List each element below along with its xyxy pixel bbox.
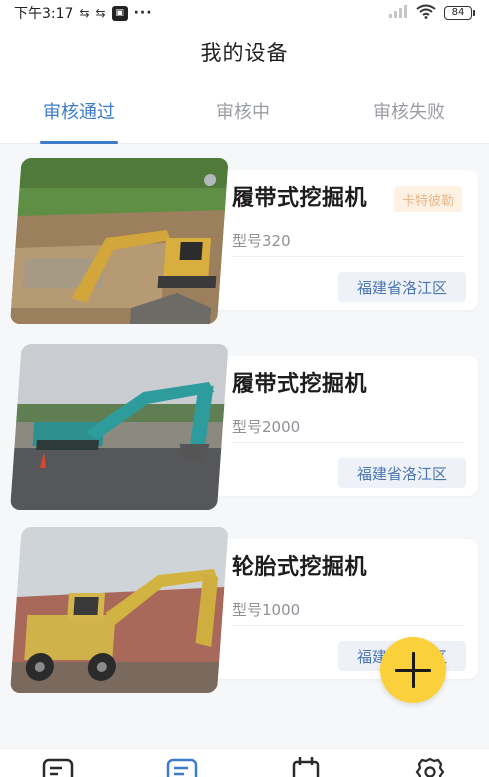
calendar-icon [292, 757, 320, 777]
list-icon [42, 758, 74, 777]
divider [232, 442, 464, 443]
device-model: 型号1000 [232, 601, 301, 619]
nav-calendar[interactable] [290, 756, 322, 777]
page-title: 我的设备 [200, 41, 289, 65]
status-right: 84 [388, 4, 475, 23]
usb-icon: ⇆ [95, 6, 106, 20]
region-tag: 福建省洛江区 [338, 272, 466, 302]
bottom-navigation [0, 748, 489, 777]
device-list-icon [166, 758, 198, 777]
usb-icon: ⇆ [79, 6, 90, 20]
device-card[interactable]: 履带式挖掘机 型号2000 福建省洛江区 [10, 344, 478, 510]
status-left: 下午3:17 ⇆ ⇆ ▣ ··· [14, 3, 153, 23]
nav-my-devices[interactable] [166, 756, 198, 777]
battery-level: 84 [444, 6, 472, 20]
device-title: 履带式挖掘机 [232, 186, 368, 211]
tab-under-review[interactable]: 审核中 [186, 78, 300, 144]
region-tag: 福建省洛江区 [338, 458, 466, 488]
wifi-icon [416, 4, 436, 23]
device-model: 型号320 [232, 232, 291, 250]
nav-settings[interactable] [414, 756, 446, 777]
excavator-photo [10, 527, 229, 693]
device-card[interactable]: 履带式挖掘机 卡特彼勒 型号320 福建省洛江区 [10, 158, 478, 324]
excavator-photo [10, 344, 229, 510]
signal-icon [388, 4, 408, 22]
notification-box-icon: ▣ [111, 5, 128, 21]
status-time: 下午3:17 [14, 6, 74, 22]
more-dots-icon: ··· [133, 5, 153, 21]
tab-approved[interactable]: 审核通过 [22, 78, 136, 144]
settings-gear-icon [415, 757, 445, 777]
header: 我的设备 [0, 26, 489, 78]
excavator-photo [10, 158, 229, 324]
add-device-button[interactable] [380, 637, 446, 703]
active-tab-indicator [40, 141, 118, 144]
tab-review-failed[interactable]: 审核失败 [352, 78, 466, 144]
device-title: 轮胎式挖掘机 [232, 555, 368, 580]
battery-icon: 84 [444, 6, 475, 20]
status-bar: 下午3:17 ⇆ ⇆ ▣ ··· 84 [0, 0, 489, 26]
plus-icon [393, 650, 433, 690]
device-title: 履带式挖掘机 [232, 372, 368, 397]
device-model: 型号2000 [232, 418, 301, 436]
tab-bar: 审核通过 审核中 审核失败 [0, 78, 489, 144]
divider [232, 625, 464, 626]
divider [232, 256, 464, 257]
brand-tag: 卡特彼勒 [394, 186, 463, 212]
nav-list[interactable] [42, 756, 74, 777]
